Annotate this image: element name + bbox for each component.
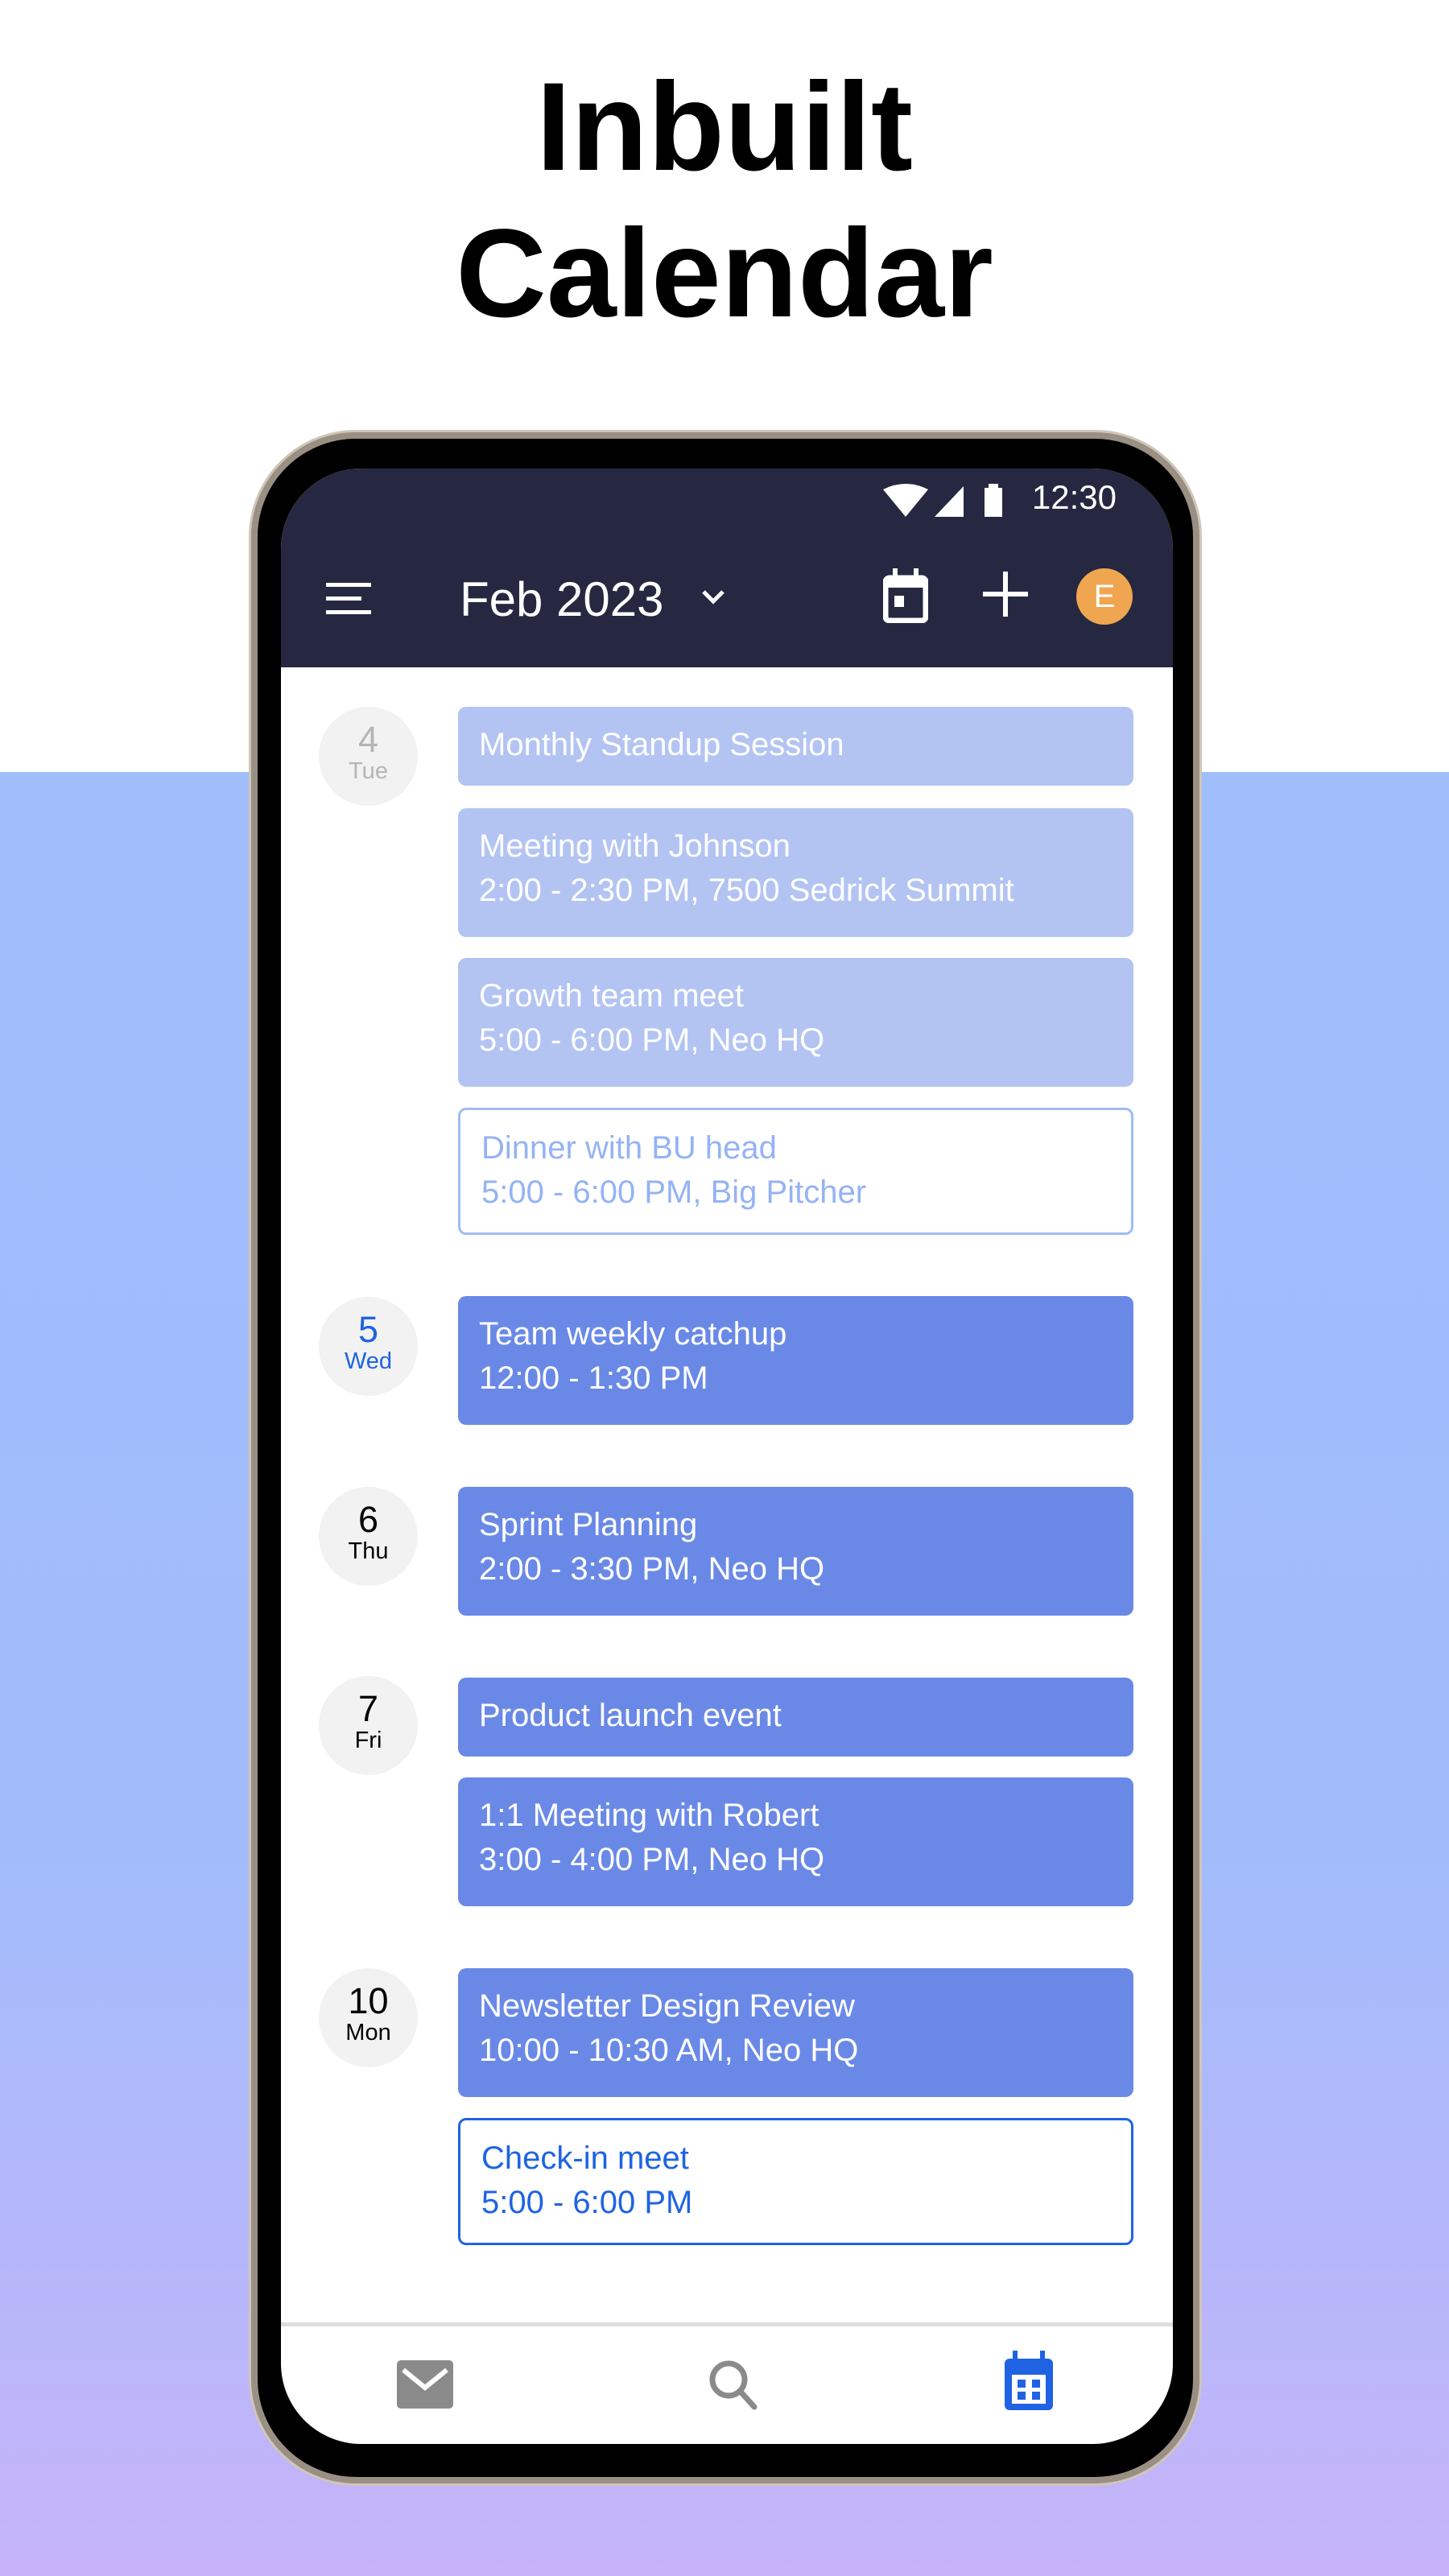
signal-icon (935, 486, 964, 517)
event-details: 5:00 - 6:00 PM, Big Pitcher (481, 1174, 867, 1210)
status-time: 12:30 (1031, 478, 1117, 516)
day-weekday: Mon (345, 2020, 391, 2046)
day-number: 7 (357, 1688, 379, 1729)
day-badge-5[interactable]: 5 Wed (319, 1297, 418, 1396)
chevron-down-icon[interactable] (701, 589, 725, 605)
bottom-nav (281, 2322, 1173, 2444)
event-title: Meeting with Johnson (479, 828, 791, 864)
calendar-icon[interactable] (1003, 2351, 1055, 2412)
event-title: Product launch event (479, 1698, 782, 1733)
event-card[interactable]: Dinner with BU head 5:00 - 6:00 PM, Big P… (458, 1108, 1133, 1235)
day-badge-10[interactable]: 10 Mon (319, 1968, 418, 2067)
event-details: 10:00 - 10:30 AM, Neo HQ (479, 2033, 859, 2068)
search-icon[interactable] (708, 2359, 759, 2410)
event-title: Check-in meet (481, 2140, 689, 2176)
event-title: Team weekly catchup (479, 1316, 787, 1352)
day-number: 4 (357, 719, 379, 760)
event-card[interactable]: Sprint Planning 2:00 - 3:30 PM, Neo HQ (458, 1487, 1133, 1616)
battery-icon (985, 488, 1002, 517)
plus-icon[interactable] (983, 572, 1028, 617)
mail-icon[interactable] (397, 2360, 453, 2409)
event-details: 2:00 - 3:30 PM, Neo HQ (479, 1551, 825, 1587)
event-card[interactable]: Product launch event (458, 1678, 1133, 1757)
event-details: 5:00 - 6:00 PM (481, 2185, 693, 2220)
calendar-today-icon[interactable] (883, 568, 928, 623)
day-weekday: Wed (344, 1348, 393, 1374)
event-title: Dinner with BU head (481, 1130, 777, 1166)
app-bar: 12:30 Feb 2023 E (281, 469, 1173, 667)
event-title: Sprint Planning (479, 1507, 698, 1542)
day-weekday: Tue (349, 758, 388, 784)
day-number: 10 (348, 1980, 389, 2021)
event-details: 12:00 - 1:30 PM (479, 1360, 708, 1396)
day-number: 5 (357, 1309, 379, 1350)
day-badge-4[interactable]: 4 Tue (319, 707, 418, 806)
wifi-icon (883, 484, 928, 517)
event-title: Monthly Standup Session (479, 727, 844, 762)
day-number: 6 (357, 1499, 379, 1540)
day-badge-7[interactable]: 7 Fri (319, 1676, 418, 1775)
event-title: 1:1 Meeting with Robert (479, 1798, 819, 1833)
menu-icon[interactable] (326, 583, 373, 615)
event-card[interactable]: Check-in meet 5:00 - 6:00 PM (458, 2118, 1133, 2245)
event-details: 5:00 - 6:00 PM, Neo HQ (479, 1022, 825, 1058)
event-card[interactable]: Monthly Standup Session (458, 707, 1133, 786)
event-card[interactable]: 1:1 Meeting with Robert 3:00 - 4:00 PM, N… (458, 1777, 1133, 1906)
status-icons (883, 484, 1002, 517)
month-selector[interactable]: Feb 2023 (460, 572, 664, 627)
event-title: Newsletter Design Review (479, 1988, 855, 2024)
event-details: 3:00 - 4:00 PM, Neo HQ (479, 1842, 825, 1877)
event-card[interactable]: Newsletter Design Review 10:00 - 10:30 AM… (458, 1968, 1133, 2097)
day-weekday: Fri (354, 1728, 382, 1753)
event-card[interactable]: Team weekly catchup 12:00 - 1:30 PM (458, 1296, 1133, 1425)
phone-screen: 12:30 Feb 2023 E 4 Tue Monthly Standup Se… (281, 469, 1173, 2444)
day-weekday: Thu (348, 1538, 389, 1564)
event-title: Growth team meet (479, 978, 745, 1013)
avatar[interactable]: E (1076, 568, 1133, 625)
event-details: 2:00 - 2:30 PM, 7500 Sedrick Summit (479, 873, 1014, 908)
headline-line1: Inbuilt (536, 57, 913, 197)
headline-line2: Calendar (456, 204, 993, 344)
day-badge-6[interactable]: 6 Thu (319, 1487, 418, 1586)
event-card[interactable]: Meeting with Johnson 2:00 - 2:30 PM, 7500… (458, 808, 1133, 937)
event-card[interactable]: Growth team meet 5:00 - 6:00 PM, Neo HQ (458, 958, 1133, 1087)
